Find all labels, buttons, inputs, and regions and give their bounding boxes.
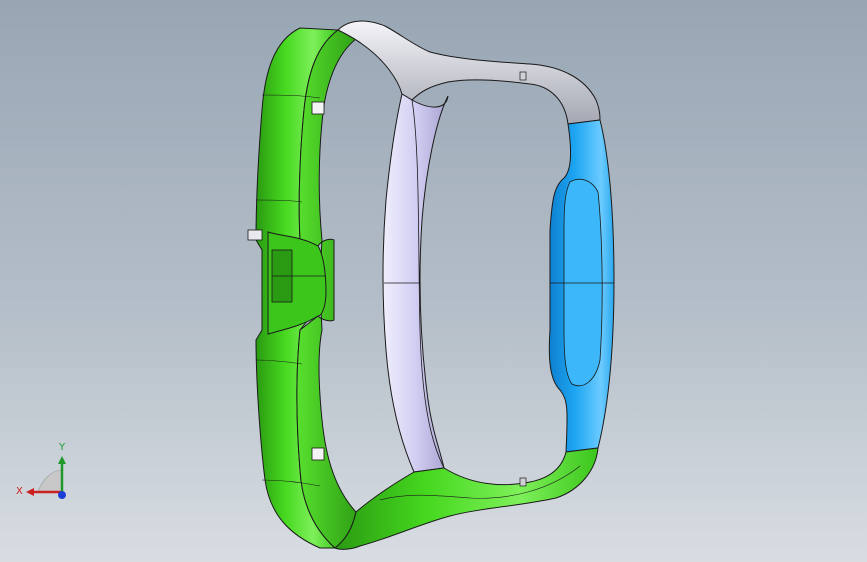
graphics-viewport[interactable]: X Y xyxy=(0,0,867,562)
pin-top-right[interactable] xyxy=(519,71,527,81)
axis-triad-graphic xyxy=(26,456,66,499)
part-model[interactable] xyxy=(0,0,867,562)
triad-plane xyxy=(37,469,63,493)
x-axis-label: X xyxy=(16,486,23,497)
bottom-band[interactable] xyxy=(334,447,599,550)
top-band[interactable] xyxy=(337,20,601,125)
clip-bottom-left[interactable] xyxy=(311,447,325,461)
clip-top-left[interactable] xyxy=(311,101,325,115)
pin-bottom-right[interactable] xyxy=(519,477,527,487)
clip-left-tab[interactable] xyxy=(247,229,263,241)
right-panel-recess xyxy=(563,178,603,386)
y-axis-label: Y xyxy=(59,442,66,453)
z-axis-dot xyxy=(58,491,66,499)
y-axis-head xyxy=(58,456,66,464)
x-axis-head xyxy=(26,488,34,496)
axis-triad: X Y xyxy=(10,440,80,510)
